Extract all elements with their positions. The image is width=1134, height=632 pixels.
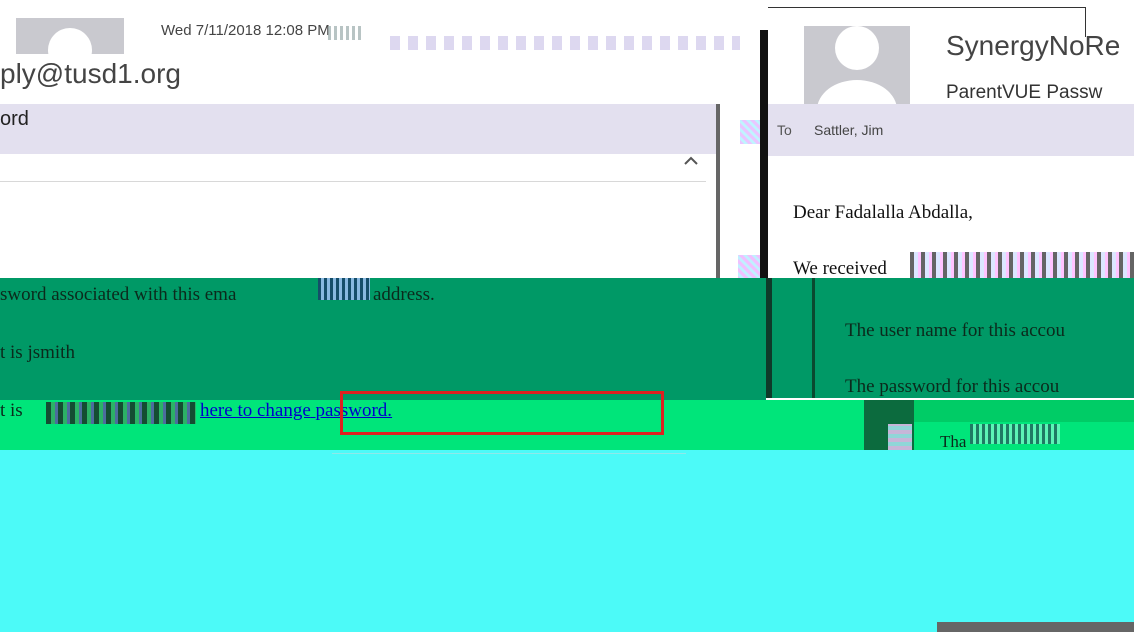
sender-avatar-right — [804, 26, 910, 106]
window-border-top — [768, 7, 1086, 8]
body-line-1-start: sword associated with this ema — [0, 284, 237, 305]
pane-divider-black — [760, 30, 768, 280]
body-line-3-artifact — [46, 402, 196, 424]
cyan-area — [0, 450, 1134, 632]
link-text-part1[interactable]: here to change — [200, 400, 311, 421]
message-area — [0, 154, 716, 278]
body-line-3-prefix: t is — [0, 400, 23, 421]
sender-email-partial[interactable]: ply@tusd1.org — [0, 58, 181, 90]
timestamp-artifact — [328, 26, 364, 40]
username-line-partial: The user name for this accou — [845, 320, 1065, 341]
closing-artifact — [970, 424, 1060, 444]
recipient-name[interactable]: Sattler, Jim — [814, 122, 883, 138]
vertical-rule-left — [766, 278, 772, 398]
subject-bar — [0, 104, 716, 154]
text-artifact-right — [910, 252, 1134, 278]
email-timestamp: Wed 7/11/2018 12:08 PM — [161, 22, 330, 39]
email-greeting: Dear Fadalalla Abdalla, — [793, 202, 973, 223]
pane-artifact — [740, 120, 760, 144]
header-divider — [0, 181, 706, 182]
collapse-chevron-icon[interactable] — [683, 154, 699, 168]
pane-artifact-2 — [738, 255, 760, 280]
password-line-partial: The password for this accou — [845, 376, 1060, 397]
annotation-highlight-box — [340, 391, 664, 435]
sender-name-partial[interactable]: SynergyNoRe — [946, 30, 1120, 62]
email-subject-partial: ord — [0, 108, 29, 130]
header-dashed-artifact — [390, 36, 740, 50]
body-line-2: t is jsmith — [0, 342, 75, 363]
body-line-1-artifact — [318, 278, 370, 300]
closing-partial: Tha — [940, 432, 967, 448]
sender-avatar-left — [16, 18, 124, 54]
pane-divider — [716, 104, 720, 280]
email-subject-right-partial: ParentVUE Passw — [946, 82, 1103, 103]
to-label: To — [777, 122, 792, 138]
vertical-rule-right — [812, 278, 815, 398]
email-line-received-partial: We received — [793, 258, 887, 278]
body-line-1-end: address. — [373, 284, 435, 305]
green-band-right-block — [914, 400, 1134, 422]
cyan-area-rule — [332, 453, 686, 454]
status-bar-fragment — [937, 622, 1134, 632]
